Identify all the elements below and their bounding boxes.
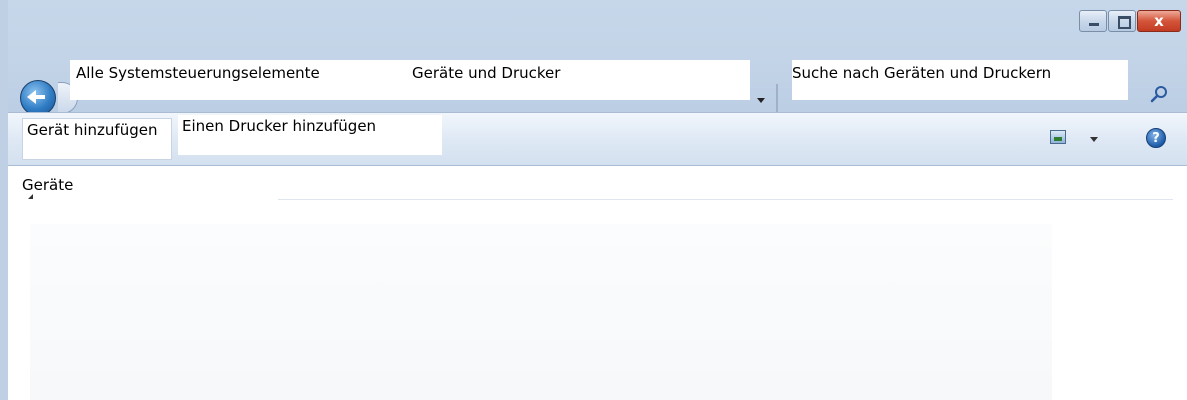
search-placeholder: Suche nach Geräten und Druckern (792, 64, 1052, 82)
breadcrumb-control-panel-items[interactable]: Alle Systemsteuerungselemente (76, 64, 320, 82)
breadcrumb-devices-and-printers[interactable]: Geräte und Drucker (412, 64, 560, 82)
group-divider (278, 199, 1173, 200)
view-options-chevron-down-icon[interactable] (1089, 136, 1099, 144)
address-bar[interactable]: Alle Systemsteuerungselemente Geräte und… (70, 60, 750, 100)
add-printer-button[interactable]: Einen Drucker hinzufügen (178, 115, 442, 155)
help-icon[interactable]: ? (1146, 128, 1166, 148)
add-device-button[interactable]: Gerät hinzufügen (22, 118, 172, 160)
change-view-icon[interactable] (1050, 130, 1066, 144)
refresh-icon[interactable] (780, 84, 790, 94)
window-caption-buttons: x (1079, 10, 1181, 32)
command-toolbar: Gerät hinzufügen Einen Drucker hinzufüge… (8, 112, 1187, 166)
close-button[interactable]: x (1137, 10, 1181, 32)
close-icon: x (1154, 12, 1164, 30)
search-input[interactable]: Suche nach Geräten und Druckern (792, 60, 1128, 100)
collapse-triangle-icon[interactable] (28, 194, 33, 199)
minimize-button[interactable] (1079, 10, 1107, 32)
devices-list (30, 224, 1052, 400)
search-icon[interactable] (1150, 84, 1170, 104)
devices-content-pane: Geräte (8, 166, 1187, 400)
address-separator (776, 84, 778, 114)
group-header-devices[interactable]: Geräte (22, 176, 73, 194)
address-history-chevron-down-icon[interactable] (753, 92, 769, 108)
maximize-button[interactable] (1108, 10, 1136, 32)
back-button[interactable] (20, 80, 56, 116)
